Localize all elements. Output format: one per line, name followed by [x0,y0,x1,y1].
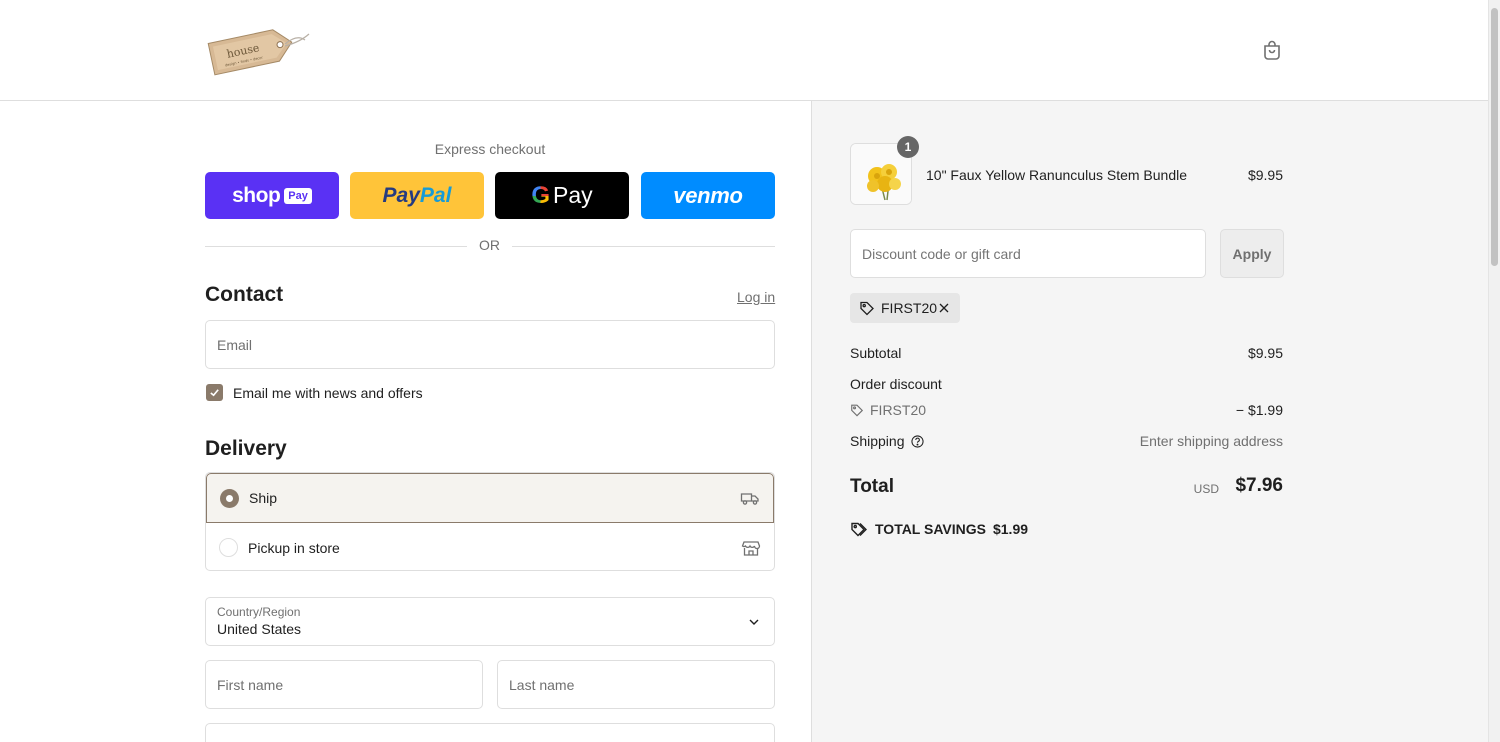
log-in-link[interactable]: Log in [737,289,775,305]
delivery-method-group: Ship Pickup in store [205,472,775,571]
ship-radio[interactable] [220,488,239,508]
discount-code-field[interactable] [850,229,1206,278]
delivery-heading: Delivery [205,437,287,460]
email-input[interactable] [206,321,774,368]
discount-code-text: FIRST20 [870,402,927,418]
total-label: Total [850,476,894,497]
apply-discount-button[interactable]: Apply [1220,229,1284,278]
paypal-button[interactable]: PayPal [350,172,484,219]
email-field[interactable] [205,320,775,369]
checkmark-icon [210,389,219,397]
truck-icon [740,488,760,508]
total-currency: USD [1193,482,1219,496]
scrollbar-thumb[interactable] [1491,8,1498,266]
product-price: $9.95 [1247,167,1283,183]
header: house design • finds • decor [0,0,1488,101]
tags-icon [851,522,867,537]
shipping-value: Enter shipping address [1139,433,1283,449]
page-scrollbar[interactable] [1488,0,1500,742]
discount-value: − $1.99 [1235,402,1283,418]
last-name-field[interactable] [497,660,775,709]
subtotal-value: $9.95 [1247,345,1283,361]
shipping-label-row: Shipping [850,433,924,449]
savings-label: TOTAL SAVINGS [875,521,986,537]
delivery-option-pickup[interactable]: Pickup in store [206,523,774,570]
or-divider: OR [205,237,775,255]
product-name: 10" Faux Yellow Ranunculus Stem Bundle [926,167,1188,183]
delivery-option-ship[interactable]: Ship [206,473,774,523]
last-name-input[interactable] [498,661,774,708]
pickup-label: Pickup in store [248,539,340,556]
tag-icon [851,404,864,417]
checkout-form: Express checkout shop Pay PayPal G Pay v… [0,101,812,742]
shop-label: shop [232,183,281,207]
express-checkout-title: Express checkout [434,141,546,157]
store-icon [741,538,761,558]
order-summary-panel [812,101,1488,742]
gpay-label: Pay [553,182,593,208]
order-discount-label: Order discount [850,376,942,392]
newsletter-checkbox[interactable] [206,384,223,401]
paypal-label-1: Pay [382,183,420,207]
shop-pay-button[interactable]: shop Pay [205,172,339,219]
shipping-label: Shipping [850,433,905,449]
help-icon[interactable] [910,434,924,448]
ship-label: Ship [249,490,278,506]
contact-heading: Contact [205,283,284,306]
total-savings: TOTAL SAVINGS $1.99 [850,521,1028,537]
address-field[interactable] [205,723,775,742]
venmo-button[interactable]: venmo [641,172,775,219]
discount-code-row: FIRST20 [850,402,926,418]
or-label: OR [479,237,500,253]
paypal-label-2: Pal [419,183,452,207]
subtotal-label: Subtotal [850,345,902,361]
country-select[interactable]: Country/Region United States [205,597,775,646]
savings-value: $1.99 [992,521,1029,537]
applied-code: FIRST20 [881,300,938,316]
quantity-badge: 1 [897,136,919,158]
first-name-field[interactable] [205,660,483,709]
tag-icon [860,301,874,316]
chevron-down-icon [747,615,761,629]
store-logo[interactable]: house design • finds • decor [205,20,311,80]
country-value: United States [217,621,302,637]
first-name-input[interactable] [206,661,482,708]
discount-code-input[interactable] [851,230,1205,277]
shop-pay-label: Pay [284,187,312,204]
remove-code-icon[interactable] [937,301,951,315]
newsletter-label: Email me with news and offers [233,385,423,401]
applied-discount-chip: FIRST20 [850,293,960,323]
shopping-bag-icon[interactable] [1260,38,1284,62]
google-g-icon: G [531,181,551,209]
venmo-label: venmo [673,182,743,208]
total-value: $7.96 [1235,475,1283,496]
google-pay-button[interactable]: G Pay [495,172,629,219]
country-label: Country/Region [217,605,301,619]
pickup-radio[interactable] [219,538,238,557]
